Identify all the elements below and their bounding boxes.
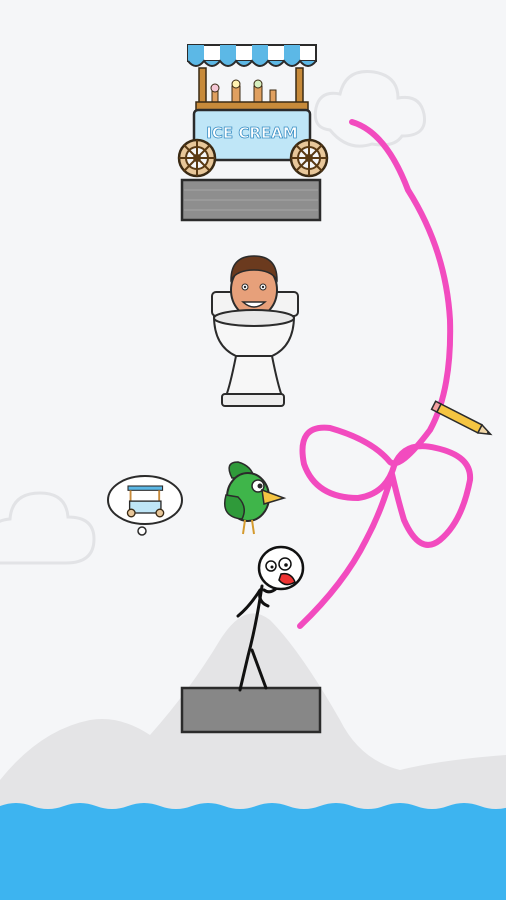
cart-sign: ICE CREAM [206,124,297,142]
pencil-icon[interactable] [430,400,493,438]
cart-awning [187,44,317,67]
water [0,803,506,900]
toilet-head-character[interactable] [211,255,299,407]
bottom-platform [180,686,322,734]
mini-ice-cream-cart-icon [126,485,165,518]
stickman-head [257,545,305,591]
drawn-pink-line [297,119,474,629]
cart-wheel-right [289,138,329,178]
bird-beak [261,488,287,505]
ice-cream-cups [210,79,277,103]
thought-bubble-cart [107,475,183,536]
green-bird[interactable] [224,461,287,535]
cloud-left [0,491,96,565]
toilet-head-face [230,255,278,318]
game-scene[interactable]: ICE CREAM [0,0,506,900]
ice-cream-cart[interactable]: ICE CREAM [177,44,329,178]
top-platform [180,178,322,222]
cart-wheel-left [177,138,217,178]
game-canvas[interactable]: ICE CREAM [0,0,506,900]
